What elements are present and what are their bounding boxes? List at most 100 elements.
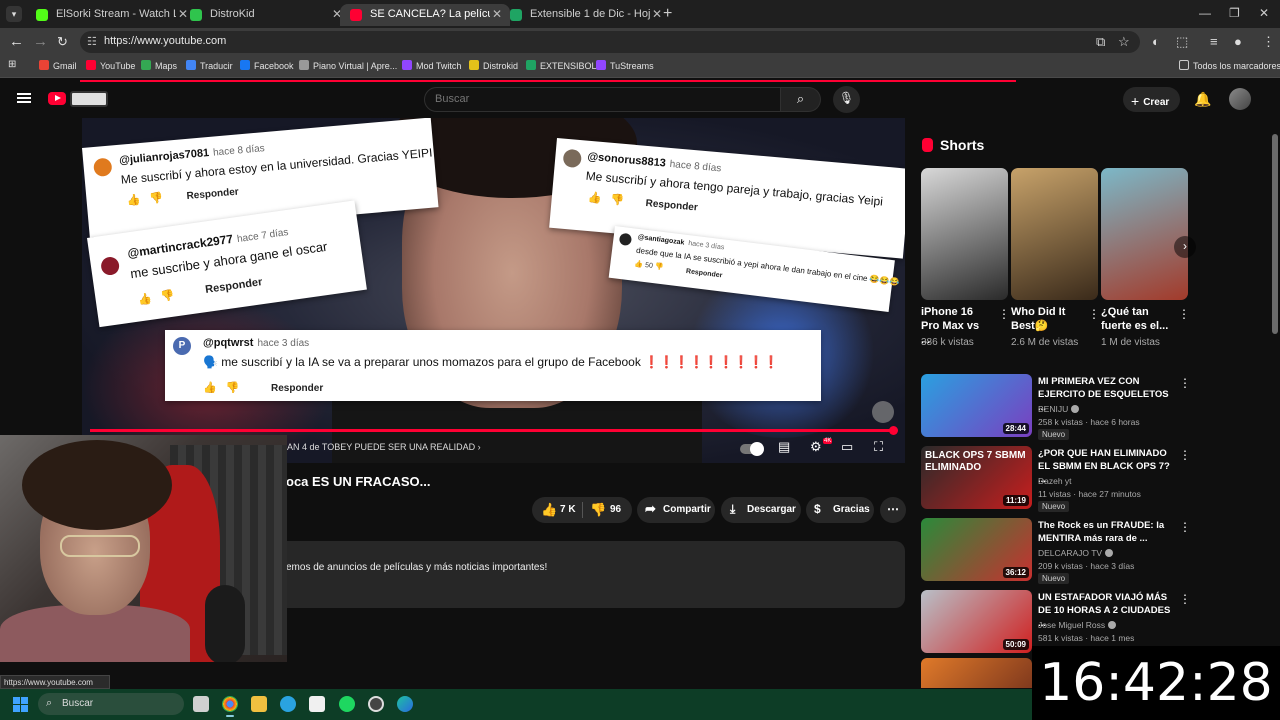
short-thumbnail[interactable] (1011, 168, 1098, 300)
theater-mode-icon[interactable]: ▭ (841, 439, 853, 455)
create-button[interactable]: + Crear (1123, 87, 1180, 112)
short-card[interactable]: ¿Qué tan fuerte es el... 1 M de vistas ⋮ (1101, 168, 1190, 348)
minimize-icon[interactable]: — (1199, 6, 1211, 20)
channel-name[interactable]: Dazeh yt (1038, 476, 1072, 486)
file-explorer-icon[interactable] (251, 696, 267, 712)
video-description[interactable]: emos de anuncios de películas y más noti… (286, 541, 905, 608)
profile-icon[interactable]: ● (1234, 34, 1242, 49)
bookmark-tustreams[interactable]: TuStreams (596, 60, 654, 71)
bookmark-distrokid[interactable]: Distrokid (469, 60, 518, 71)
recommended-video[interactable]: 28:44 MI PRIMERA VEZ CON EJERCITO DE ESQ… (921, 374, 1191, 440)
search-box[interactable] (424, 87, 781, 112)
video-thumbnail[interactable]: 50:09 (921, 590, 1032, 653)
telegram-icon[interactable] (280, 696, 296, 712)
thumbs-down-icon[interactable]: 👎 (590, 502, 606, 518)
reload-icon[interactable]: ↻ (57, 34, 68, 50)
shorts-next-arrow-icon[interactable]: › (1174, 236, 1196, 258)
back-icon[interactable]: ← (9, 33, 24, 50)
video-scrubber-handle[interactable] (889, 426, 898, 435)
subtitles-icon[interactable]: ▤ (778, 439, 790, 455)
video-thumbnail[interactable] (921, 658, 1032, 688)
browser-tab[interactable]: ElSorki Stream - Watch Live on ✕ (26, 4, 196, 26)
task-view-icon[interactable] (193, 696, 209, 712)
fullscreen-icon[interactable]: ⛶ (874, 439, 883, 455)
address-url[interactable]: https://www.youtube.com (104, 35, 226, 47)
spotify-icon[interactable] (339, 696, 355, 712)
recommended-video[interactable]: BLACK OPS 7 SBMM ELIMINADO 11:19 ¿POR QU… (921, 446, 1191, 512)
tab-close-icon[interactable]: ✕ (652, 7, 662, 21)
video-thumbnail[interactable]: BLACK OPS 7 SBMM ELIMINADO 11:19 (921, 446, 1032, 509)
youtube-doodle-logo[interactable] (70, 91, 108, 107)
voice-search-button[interactable]: 🎙 (833, 86, 860, 113)
media-controls-icon[interactable]: ≡ (1210, 34, 1218, 49)
short-more-icon[interactable]: ⋮ (1088, 307, 1100, 321)
channel-name[interactable]: DELCARAJO TV (1038, 548, 1114, 558)
short-card[interactable]: iPhone 16 Pro Max vs ... 386 k vistas ⋮ (921, 168, 1010, 348)
like-count[interactable]: 7 K (560, 504, 576, 515)
new-tab-button[interactable]: + (663, 5, 672, 23)
thumbs-up-icon[interactable]: 👍 (541, 502, 557, 518)
bookmark-youtube[interactable]: YouTube (86, 60, 135, 71)
extensions-puzzle-icon[interactable]: ⬚ (1176, 34, 1188, 50)
browser-tab[interactable]: DistroKid ✕ (180, 4, 350, 26)
video-title[interactable]: The Rock es un FRAUDE: la MENTIRA más ra… (1038, 519, 1176, 545)
bookmark-facebook[interactable]: Facebook (240, 60, 294, 71)
short-title[interactable]: Who Did It Best🤔 (1011, 305, 1081, 333)
page-scrollbar[interactable] (1270, 118, 1280, 688)
youtube-logo-icon[interactable] (48, 92, 66, 105)
scrollbar-thumb[interactable] (1272, 134, 1278, 334)
extension-icon[interactable]: ◐ (1152, 34, 1160, 49)
maximize-icon[interactable]: ❐ (1229, 6, 1240, 20)
tab-search-icon[interactable]: ▾ (6, 6, 22, 22)
short-thumbnail[interactable] (1101, 168, 1188, 300)
short-more-icon[interactable]: ⋮ (998, 307, 1010, 321)
video-thumbnail[interactable]: 28:44 (921, 374, 1032, 437)
edge-icon[interactable] (397, 696, 413, 712)
bookmark-mod-twitch[interactable]: Mod Twitch (402, 60, 461, 71)
forward-icon[interactable]: → (33, 33, 48, 50)
download-button[interactable]: ⤓ Descargar (721, 497, 801, 523)
bookmark-star-icon[interactable]: ☆ (1118, 34, 1130, 50)
install-app-icon[interactable]: ⧉ (1096, 34, 1105, 50)
all-bookmarks-folder[interactable]: Todos los marcadores (1179, 60, 1280, 71)
video-more-icon[interactable]: ⋮ (1179, 592, 1191, 606)
close-window-icon[interactable]: ✕ (1259, 6, 1269, 20)
windows-start-icon[interactable] (13, 697, 29, 713)
video-more-icon[interactable]: ⋮ (1179, 376, 1191, 390)
search-button[interactable]: ⌕ (781, 87, 821, 112)
video-player[interactable]: @julianrojas7081 hace 8 días Me suscribí … (82, 118, 905, 463)
taskbar-search[interactable]: ⌕ Buscar (38, 693, 184, 715)
short-card[interactable]: Who Did It Best🤔 2.6 M de vistas ⋮ (1011, 168, 1100, 348)
recommended-video[interactable]: 36:12 The Rock es un FRAUDE: la MENTIRA … (921, 518, 1191, 584)
thanks-button[interactable]: $ Gracias (806, 497, 874, 523)
video-more-icon[interactable]: ⋮ (1179, 448, 1191, 462)
autoplay-toggle[interactable] (740, 442, 764, 456)
settings-gear-icon[interactable]: ⚙ (810, 439, 822, 455)
more-actions-button[interactable]: ⋯ (880, 497, 906, 523)
search-input[interactable] (435, 93, 765, 105)
bookmark-traducir[interactable]: Traducir (186, 60, 233, 71)
browser-tab[interactable]: Extensible 1 de Dic - Hojas de c ✕ (500, 4, 670, 26)
chrome-icon[interactable] (222, 696, 238, 717)
bookmark-extensibol[interactable]: EXTENSIBOL (526, 60, 597, 71)
site-info-icon[interactable]: ☷ (87, 35, 101, 49)
chapter-title[interactable]: AN 4 de TOBEY PUEDE SER UNA REALIDAD › (287, 442, 481, 452)
video-progress-bar[interactable] (90, 426, 898, 435)
account-avatar[interactable] (1229, 88, 1251, 110)
channel-name[interactable]: BENIJU (1038, 404, 1080, 414)
share-button[interactable]: ➦ Compartir (637, 497, 715, 523)
browser-menu-icon[interactable]: ⋮ (1262, 34, 1275, 50)
video-more-icon[interactable]: ⋮ (1179, 520, 1191, 534)
notifications-bell-icon[interactable]: 🔔 (1194, 91, 1211, 108)
capcut-icon[interactable] (309, 696, 325, 712)
obs-icon[interactable] (368, 696, 384, 712)
short-title[interactable]: ¿Qué tan fuerte es el... (1101, 305, 1171, 333)
dislike-count[interactable]: 96 (610, 504, 621, 515)
channel-name[interactable]: Jose Miguel Ross (1038, 620, 1117, 630)
bookmark-maps[interactable]: Maps (141, 60, 177, 71)
video-thumbnail[interactable]: 36:12 (921, 518, 1032, 581)
short-more-icon[interactable]: ⋮ (1178, 307, 1190, 321)
short-thumbnail[interactable] (921, 168, 1008, 300)
channel-watermark[interactable] (872, 401, 894, 423)
bookmark-gmail[interactable]: Gmail (39, 60, 77, 71)
